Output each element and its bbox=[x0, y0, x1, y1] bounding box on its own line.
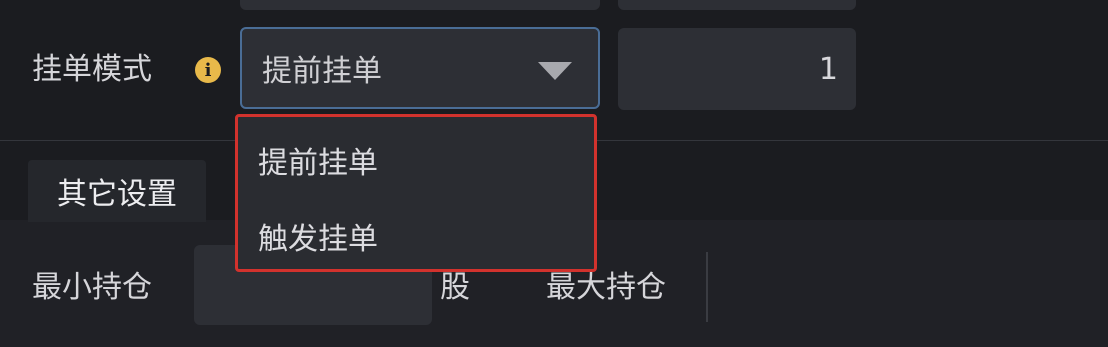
info-icon[interactable]: i bbox=[195, 57, 221, 83]
chevron-down-icon bbox=[538, 62, 572, 80]
other-settings-tab-label: 其它设置 bbox=[57, 177, 177, 212]
column-divider bbox=[706, 252, 708, 322]
dropdown-option-label: 触发挂单 bbox=[258, 222, 378, 257]
order-mode-select[interactable]: 提前挂单 bbox=[240, 27, 600, 109]
order-mode-number-value: 1 bbox=[818, 51, 838, 87]
max-position-label: 最大持仓 bbox=[546, 270, 666, 305]
order-mode-number-input[interactable]: 1 bbox=[618, 28, 856, 110]
top-number-partial[interactable] bbox=[618, 0, 856, 10]
order-mode-dropdown: 提前挂单 触发挂单 bbox=[235, 114, 597, 272]
other-settings-tab[interactable]: 其它设置 bbox=[28, 160, 206, 222]
top-select-partial[interactable] bbox=[240, 0, 600, 10]
dropdown-option-trigger-order[interactable]: 触发挂单 bbox=[238, 201, 594, 271]
order-mode-label: 挂单模式 bbox=[32, 52, 152, 87]
dropdown-option-label: 提前挂单 bbox=[258, 146, 378, 181]
unit-label: 股 bbox=[440, 270, 470, 305]
min-position-label: 最小持仓 bbox=[32, 270, 152, 305]
dropdown-option-advance-order[interactable]: 提前挂单 bbox=[238, 125, 594, 195]
order-mode-select-value: 提前挂单 bbox=[262, 54, 382, 89]
